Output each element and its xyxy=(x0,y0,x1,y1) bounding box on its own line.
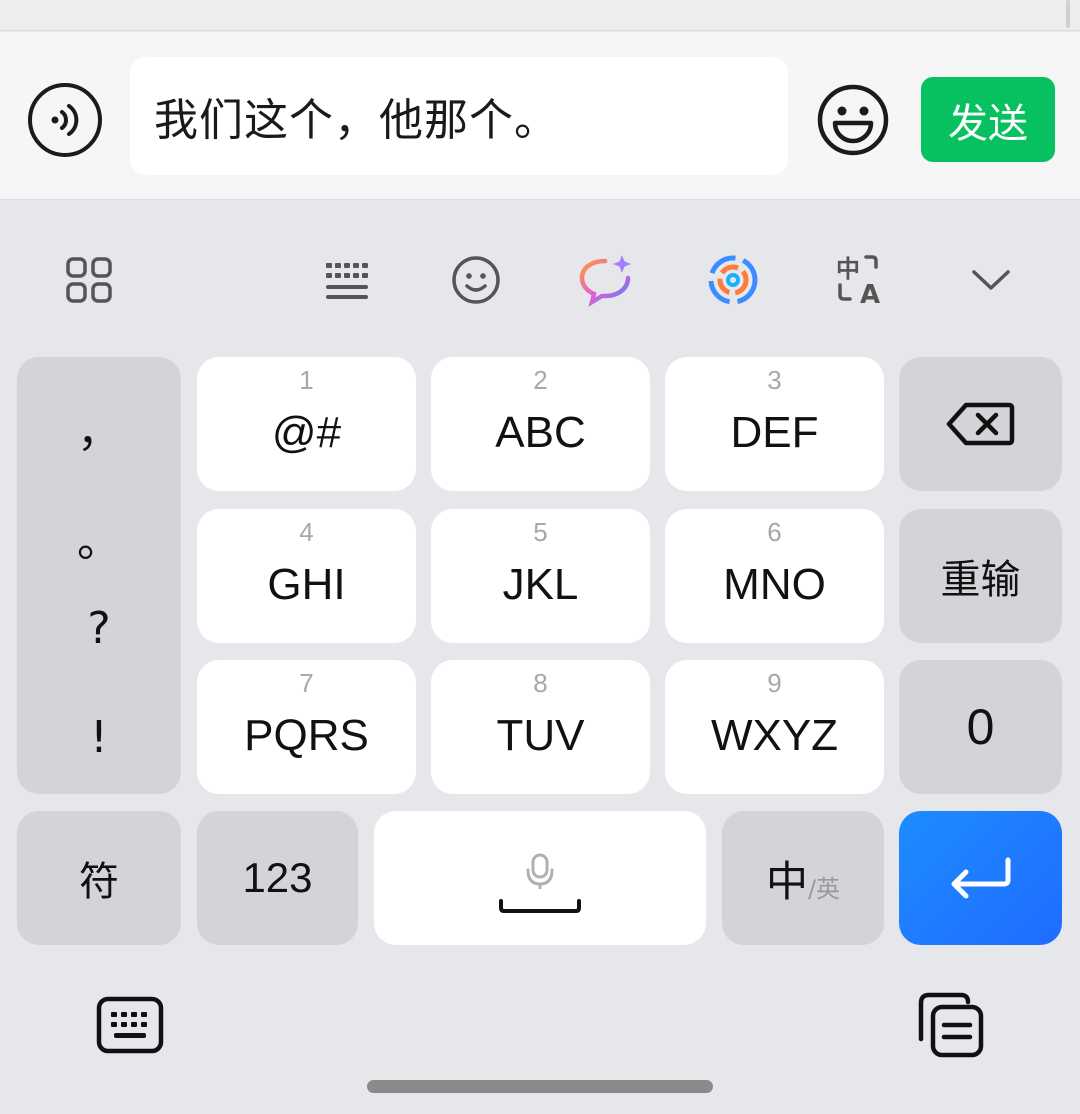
key-4[interactable]: 4 GHI xyxy=(197,509,416,643)
key-6[interactable]: 6 MNO xyxy=(665,509,884,643)
punct-comma-key[interactable]: ， xyxy=(17,395,181,459)
key-7[interactable]: 7 PQRS xyxy=(197,660,416,794)
key-number: 2 xyxy=(533,365,548,395)
key-letters: MNO xyxy=(723,560,826,609)
apps-grid-icon[interactable] xyxy=(59,250,119,310)
ai-chat-sparkle-icon[interactable] xyxy=(575,250,635,310)
key-1[interactable]: 1 @# xyxy=(197,357,416,491)
key-number: 6 xyxy=(767,517,782,547)
lang-main-label: 中 xyxy=(765,856,808,906)
voice-input-button[interactable] xyxy=(28,83,102,157)
home-indicator[interactable] xyxy=(367,1080,713,1093)
return-arrow-icon xyxy=(951,857,1010,899)
emoji-button[interactable] xyxy=(816,83,890,157)
backspace-key[interactable] xyxy=(899,357,1062,491)
key-number: 7 xyxy=(299,668,314,698)
key-5[interactable]: 5 JKL xyxy=(431,509,650,643)
key-letters: @# xyxy=(271,408,342,457)
key-letters: TUV xyxy=(496,711,585,760)
key-9[interactable]: 9 WXYZ xyxy=(665,660,884,794)
key-letters: GHI xyxy=(267,560,346,609)
emoji-face-icon[interactable] xyxy=(446,250,506,310)
punctuation-column[interactable]: ， 。 ? ! xyxy=(17,357,181,794)
backspace-icon xyxy=(946,402,1014,446)
chevron-down-icon[interactable] xyxy=(961,250,1021,310)
numbers-label: 123 xyxy=(242,854,313,901)
zero-label: 0 xyxy=(966,699,995,755)
lang-alt-label: /英 xyxy=(807,874,841,903)
language-toggle-key[interactable]: 中 /英 xyxy=(722,811,884,945)
key-letters: ABC xyxy=(495,408,586,457)
key-number: 8 xyxy=(533,668,548,698)
microphone-icon xyxy=(499,853,581,913)
key-letters: PQRS xyxy=(244,711,369,760)
send-button[interactable]: 发送 xyxy=(921,77,1055,162)
clipboard-icon[interactable] xyxy=(916,991,986,1059)
keyboard-switch-icon[interactable] xyxy=(96,995,164,1057)
svg-text:A: A xyxy=(860,280,880,309)
punct-exclaim-key[interactable]: ! xyxy=(17,712,181,763)
space-key[interactable] xyxy=(374,811,706,945)
key-number: 5 xyxy=(533,517,548,547)
key-letters: DEF xyxy=(730,408,819,457)
key-letters: WXYZ xyxy=(710,711,839,760)
key-3[interactable]: 3 DEF xyxy=(665,357,884,491)
smiley-icon xyxy=(817,84,889,156)
key-letters: JKL xyxy=(502,560,579,609)
key-number: 3 xyxy=(767,365,782,395)
punct-period-key[interactable]: 。 xyxy=(17,505,181,569)
key-number: 4 xyxy=(299,517,314,547)
key-8[interactable]: 8 TUV xyxy=(431,660,650,794)
retype-label: 重输 xyxy=(940,557,1021,603)
retype-key[interactable]: 重输 xyxy=(899,509,1062,643)
key-number: 1 xyxy=(299,365,314,395)
enter-key[interactable] xyxy=(899,811,1062,945)
swirl-app-icon[interactable] xyxy=(703,250,763,310)
symbols-key[interactable]: 符 xyxy=(17,811,181,945)
numbers-key[interactable]: 123 xyxy=(197,811,358,945)
message-input[interactable]: 我们这个，他那个。 xyxy=(130,57,788,175)
key-2[interactable]: 2 ABC xyxy=(431,357,650,491)
zero-key[interactable]: 0 xyxy=(899,660,1062,794)
translate-icon[interactable]: 中 A xyxy=(831,250,891,310)
key-number: 9 xyxy=(767,668,782,698)
scroll-indicator xyxy=(1066,0,1070,28)
symbols-label: 符 xyxy=(79,859,119,905)
voice-wave-icon xyxy=(51,104,79,136)
svg-text:中: 中 xyxy=(836,255,860,283)
top-strip xyxy=(0,0,1080,31)
keyboard-layout-icon[interactable] xyxy=(317,250,377,310)
punct-question-key[interactable]: ? xyxy=(17,603,181,654)
